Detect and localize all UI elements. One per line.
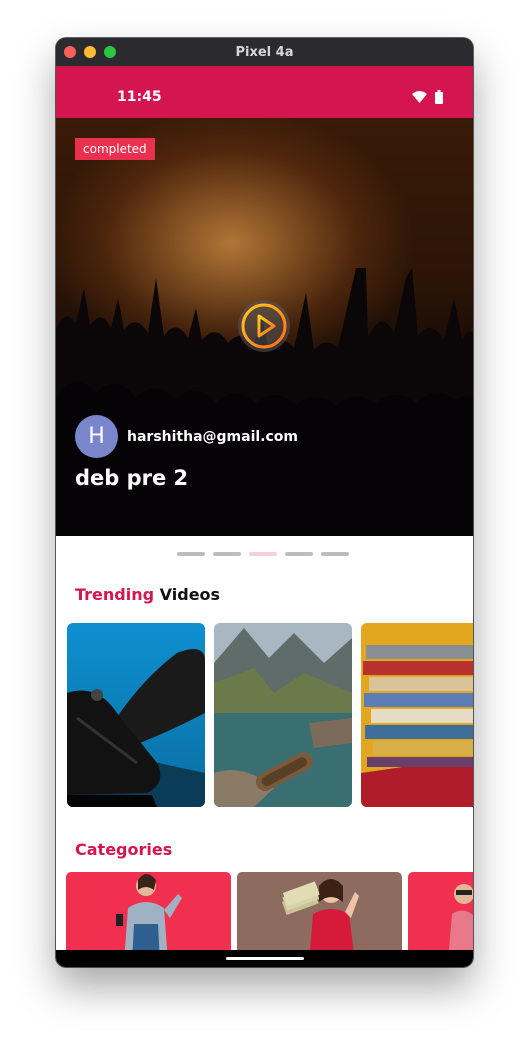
status-bar: 11:45 (56, 66, 473, 118)
author-email: harshitha@gmail.com (127, 428, 299, 445)
category-item-2[interactable] (237, 872, 402, 962)
window-titlebar: Pixel 4a (56, 38, 473, 66)
video-title: deb pre 2 (75, 466, 189, 490)
trending-heading-accent: Trending (75, 585, 155, 604)
avatar: H (75, 415, 118, 458)
trending-heading: Trending Videos (75, 585, 220, 604)
carousel-dot[interactable] (177, 552, 205, 556)
category-item-3[interactable] (408, 872, 473, 962)
categories-list[interactable] (66, 872, 473, 962)
phone-screen: 11:45 completed H harshitha@gmail.com de… (56, 66, 473, 967)
lake-boat-thumbnail-icon (214, 623, 352, 807)
trending-item-books[interactable] (361, 623, 473, 807)
carousel-indicator (177, 552, 349, 556)
navigation-bar (56, 950, 473, 967)
category-item-1[interactable] (66, 872, 231, 962)
emulator-window: Pixel 4a 11:45 completed H harshitha@gma… (56, 38, 473, 967)
crowd-silhouette-image (56, 268, 473, 536)
trending-heading-rest: Videos (154, 585, 221, 604)
sneaker-thumbnail-icon (67, 623, 205, 807)
person-money-icon (237, 872, 402, 962)
featured-video-card[interactable]: completed H harshitha@gmail.com deb pre … (56, 118, 473, 536)
trending-item-lake[interactable] (214, 623, 352, 807)
wifi-icon (412, 91, 427, 103)
window-title: Pixel 4a (235, 44, 294, 60)
battery-icon (435, 90, 443, 104)
minimize-window-button[interactable] (84, 46, 96, 58)
person-phone-icon (66, 872, 231, 962)
status-time: 11:45 (117, 89, 162, 105)
status-icons (412, 90, 443, 104)
books-thumbnail-icon (361, 623, 473, 807)
person-sunglasses-icon (408, 872, 473, 962)
trending-item-sneaker[interactable] (67, 623, 205, 807)
status-badge: completed (75, 138, 155, 160)
carousel-dot[interactable] (213, 552, 241, 556)
trending-videos-list[interactable] (67, 623, 473, 807)
categories-heading: Categories (75, 840, 173, 859)
author-row: H harshitha@gmail.com (75, 415, 298, 458)
close-window-button[interactable] (64, 46, 76, 58)
home-indicator[interactable] (226, 957, 304, 960)
carousel-dot[interactable] (321, 552, 349, 556)
play-icon[interactable] (237, 299, 291, 353)
carousel-dot[interactable] (285, 552, 313, 556)
maximize-window-button[interactable] (104, 46, 116, 58)
carousel-dot[interactable] (249, 552, 277, 556)
